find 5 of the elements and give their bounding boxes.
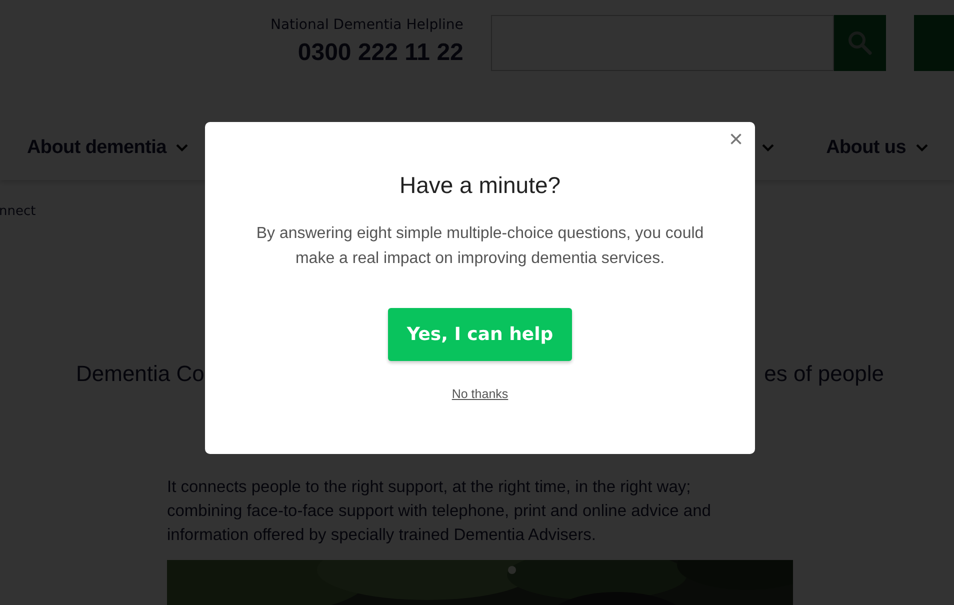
no-thanks-link[interactable]: No thanks (452, 387, 508, 401)
dialog-title: Have a minute? (399, 172, 561, 199)
close-button[interactable]: × (726, 128, 745, 152)
dialog-text: By answering eight simple multiple-choice questions, you could make a real impact on improving dementia services. (255, 224, 705, 269)
help-button[interactable]: Yes, I can help (388, 308, 572, 361)
